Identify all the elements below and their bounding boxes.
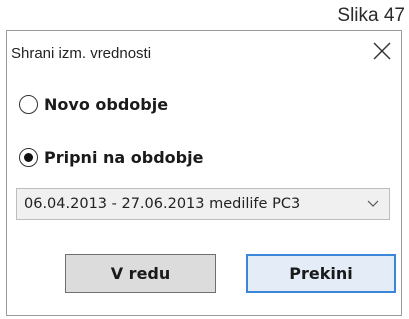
figure-caption: Slika 47 — [337, 5, 405, 26]
radio-selected-dot — [24, 153, 33, 162]
option-attach-period-label: Pripni na obdobje — [44, 148, 204, 167]
period-select-value: 06.04.2013 - 27.06.2013 medilife PC3 — [24, 196, 301, 212]
radio-attach-period[interactable] — [19, 148, 38, 167]
radio-new-period[interactable] — [19, 95, 38, 114]
close-icon[interactable] — [371, 40, 393, 62]
option-new-period-label: Novo obdobje — [44, 95, 169, 114]
ok-button[interactable]: V redu — [65, 254, 216, 293]
option-attach-period[interactable]: Pripni na obdobje — [19, 148, 203, 167]
dialog-title: Shrani izm. vrednosti — [11, 45, 152, 62]
period-select[interactable]: 06.04.2013 - 27.06.2013 medilife PC3 — [16, 188, 390, 220]
cancel-button[interactable]: Prekini — [246, 254, 396, 293]
save-changes-dialog: Shrani izm. vrednosti Novo obdobje Pripn… — [6, 30, 402, 316]
option-new-period[interactable]: Novo obdobje — [19, 95, 168, 114]
chevron-down-icon — [367, 200, 379, 207]
dialog-titlebar: Shrani izm. vrednosti — [7, 31, 401, 76]
